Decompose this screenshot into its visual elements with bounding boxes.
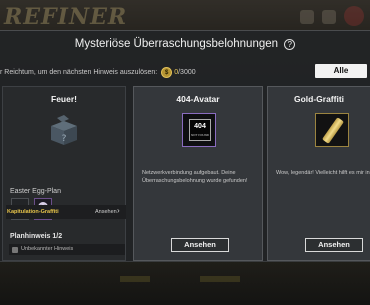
avatar-404-text: 404: [194, 123, 206, 130]
bottom-decoration: [120, 276, 150, 282]
view-button[interactable]: Ansehen: [305, 238, 363, 252]
lock-icon: [12, 246, 18, 253]
plan-hint-label: Planhinweis 1/2: [10, 233, 63, 240]
spray-can-icon: [315, 113, 349, 147]
card-title: Gold-Graffiti: [293, 94, 345, 104]
reward-card-404-avatar: 404-Avatar 404 NOT FOUND Netzwerkverbind…: [133, 86, 263, 261]
top-menu-icon: [322, 10, 336, 24]
card-description: Netzwerkverbindung aufgebaut. Deine Über…: [142, 170, 248, 184]
easter-egg-label: Easter Egg-Plan: [10, 188, 61, 195]
card-title: 404-Avatar: [176, 94, 220, 104]
view-button[interactable]: Ansehen: [171, 238, 229, 252]
svg-text:?: ?: [62, 134, 67, 144]
unknown-hint-text: Unbekannter Hinweis: [21, 246, 74, 252]
avatar-404-subtext: NOT FOUND: [191, 133, 209, 137]
wealth-hint-text: r Reichtum, um den nächsten Hinweis ausz…: [0, 69, 158, 76]
dialog-title: Mysteriöse Überraschungsbelohnungen ?: [0, 38, 370, 50]
notification-icon: [344, 6, 364, 26]
reward-card-gold-graffiti: Gold-Graffiti Wow, legendär! Vielleicht …: [267, 86, 370, 261]
wealth-hint: r Reichtum, um den nächsten Hinweis ausz…: [0, 67, 196, 78]
mystery-box-icon: ?: [51, 115, 77, 145]
game-logo: REFINER: [4, 4, 128, 30]
bottom-decoration: [200, 276, 240, 282]
reward-dialog: Mysteriöse Überraschungsbelohnungen ? r …: [0, 30, 370, 262]
help-icon[interactable]: ?: [284, 39, 296, 50]
coin-icon: $: [161, 67, 173, 78]
reward-card-fire: Feuer! ? Easter Egg-Plan ? Planhinweis 1…: [2, 86, 126, 261]
bottom-area: [0, 262, 370, 305]
all-button[interactable]: Alle: [315, 64, 367, 78]
graffiti-view-link[interactable]: Ansehen: [95, 209, 117, 215]
graffiti-label: Kapitulation-Graffiti: [7, 209, 59, 215]
chevron-right-icon: ›: [117, 206, 120, 215]
coin-max: /3000: [178, 69, 196, 76]
card-title: Feuer!: [51, 94, 77, 104]
top-menu-icon: [300, 10, 314, 24]
avatar-404-icon: 404 NOT FOUND: [182, 113, 216, 147]
unknown-hint-row: Unbekannter Hinweis: [9, 244, 125, 255]
card-description: Wow, legendär! Vielleicht hilft es mir i…: [276, 170, 370, 176]
dialog-title-text: Mysteriöse Überraschungsbelohnungen: [74, 38, 279, 50]
